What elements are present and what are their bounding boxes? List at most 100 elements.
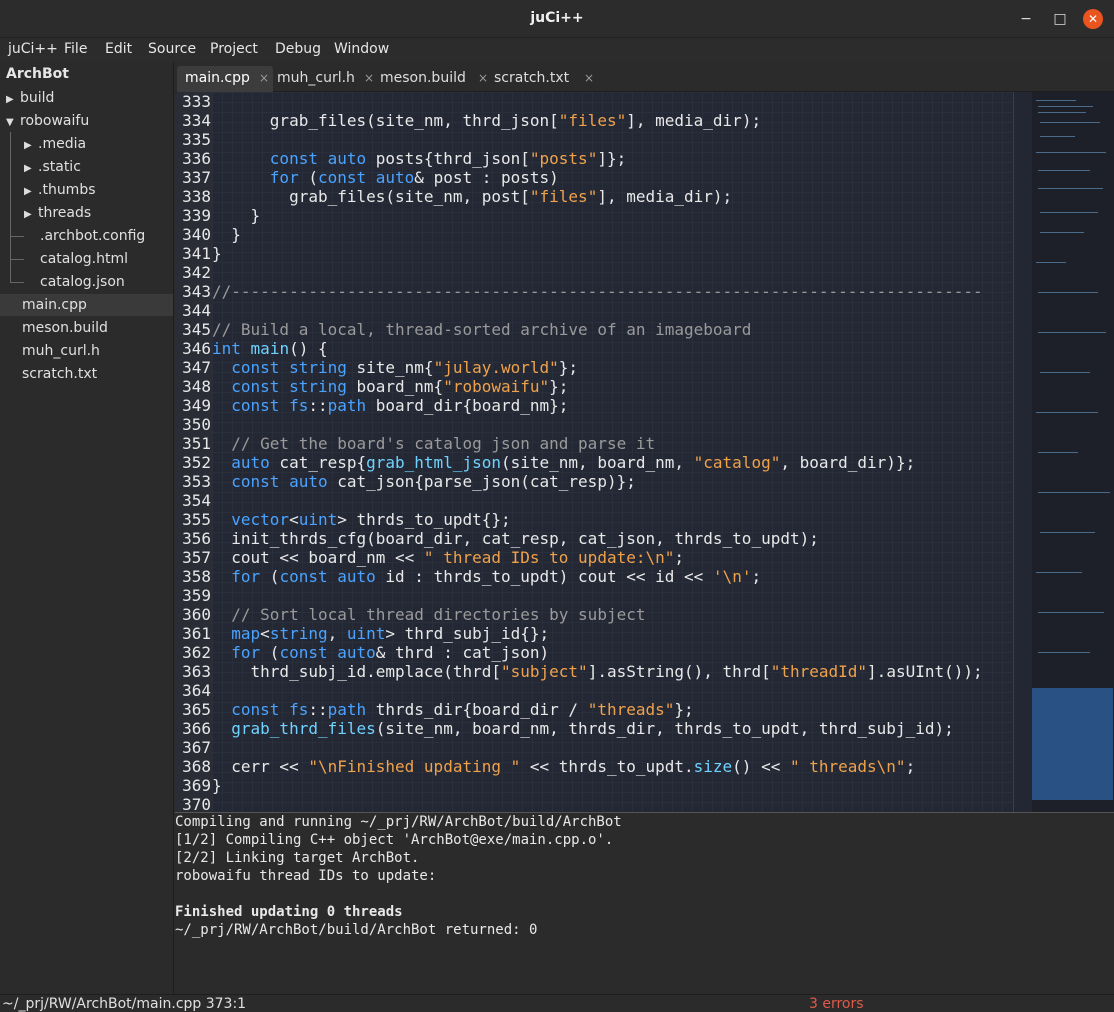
menu-jucipp[interactable]: juCi++ (8, 41, 58, 57)
tab-label: scratch.txt (494, 70, 570, 86)
chevron-right-icon[interactable]: ▶ (24, 204, 38, 226)
minimap-viewport[interactable] (1032, 688, 1113, 800)
tree-item-meson-build[interactable]: meson.build (22, 317, 108, 339)
line-number: 359 (182, 586, 211, 605)
code-area[interactable]: grab_files(site_nm, thrd_json["files"], … (212, 92, 1012, 812)
terminal-line: robowaifu thread IDs to update: (175, 868, 437, 884)
project-root[interactable]: ArchBot (6, 66, 69, 82)
terminal-line: Finished updating 0 threads (175, 904, 403, 920)
file-tree: ArchBot ▶ build ▼ robowaifu ▶ .media ▶ .stat… (0, 62, 174, 994)
tree-guide (10, 259, 24, 260)
tab-muh-curl-h[interactable]: muh_curl.h × (269, 66, 374, 92)
line-number: 353 (182, 472, 211, 491)
tree-item-label: .static (38, 159, 81, 175)
line-number: 335 (182, 130, 211, 149)
line-number: 351 (182, 434, 211, 453)
tab-meson-build[interactable]: meson.build × (372, 66, 488, 92)
line-number: 339 (182, 206, 211, 225)
tree-item-label: robowaifu (20, 113, 90, 129)
line-number: 366 (182, 719, 211, 738)
tree-item-thumbs[interactable]: ▶ .thumbs (24, 179, 96, 201)
status-bar: ~/_prj/RW/ArchBot/main.cpp 373:1 3 error… (0, 994, 1114, 1012)
tab-label: meson.build (380, 70, 466, 86)
line-number: 338 (182, 187, 211, 206)
line-number: 350 (182, 415, 211, 434)
line-number: 358 (182, 567, 211, 586)
line-number: 344 (182, 301, 211, 320)
terminal-line: Compiling and running ~/_prj/RW/ArchBot/… (175, 814, 622, 830)
tree-item-scratch-txt[interactable]: scratch.txt (22, 363, 97, 385)
tree-item-threads[interactable]: ▶ threads (24, 202, 91, 224)
tree-item-label: catalog.html (40, 251, 129, 267)
tree-item-label: .archbot.config (40, 228, 146, 244)
error-count[interactable]: 3 errors (809, 996, 864, 1012)
menu-project[interactable]: Project (210, 41, 258, 57)
tree-guide (10, 236, 24, 237)
menu-window[interactable]: Window (334, 41, 389, 57)
tree-item-media[interactable]: ▶ .media (24, 133, 86, 155)
menu-edit[interactable]: Edit (105, 41, 132, 57)
chevron-right-icon[interactable]: ▶ (24, 158, 38, 180)
minimize-icon[interactable]: − (1017, 10, 1035, 28)
chevron-right-icon[interactable]: ▶ (6, 89, 20, 111)
tab-main-cpp[interactable]: main.cpp × (177, 66, 273, 92)
close-tab-icon[interactable]: × (259, 71, 269, 85)
line-number: 361 (182, 624, 211, 643)
line-number: 346 (182, 339, 211, 358)
tree-item-label: meson.build (22, 320, 108, 336)
tree-item-label: .thumbs (38, 182, 96, 198)
terminal-line: [1/2] Compiling C++ object 'ArchBot@exe/… (175, 832, 614, 848)
tree-item-catalog-html[interactable]: catalog.html (40, 248, 128, 270)
tree-guide (10, 282, 24, 283)
tree-item-main-cpp[interactable]: main.cpp (0, 294, 173, 316)
line-number: 357 (182, 548, 211, 567)
chevron-right-icon[interactable]: ▶ (24, 135, 38, 157)
line-number: 367 (182, 738, 211, 757)
terminal-output[interactable]: Compiling and running ~/_prj/RW/ArchBot/… (175, 812, 1114, 994)
line-number: 360 (182, 605, 211, 624)
menu-source[interactable]: Source (148, 41, 196, 57)
tree-item-static[interactable]: ▶ .static (24, 156, 81, 178)
line-number: 343 (182, 282, 211, 301)
line-number: 341 (182, 244, 211, 263)
line-number: 363 (182, 662, 211, 681)
status-path: ~/_prj/RW/ArchBot/main.cpp 373:1 (2, 996, 247, 1012)
tree-item-archbot-config[interactable]: .archbot.config (40, 225, 145, 247)
tree-item-build[interactable]: ▶ build (6, 87, 54, 109)
tree-item-muh-curl-h[interactable]: muh_curl.h (22, 340, 100, 362)
line-number: 348 (182, 377, 211, 396)
maximize-icon[interactable]: □ (1051, 10, 1069, 28)
line-number: 368 (182, 757, 211, 776)
tree-item-catalog-json[interactable]: catalog.json (40, 271, 125, 293)
terminal-line: [2/2] Linking target ArchBot. (175, 850, 420, 866)
close-icon[interactable]: ✕ (1083, 9, 1103, 29)
line-number: 356 (182, 529, 211, 548)
tree-item-robowaifu[interactable]: ▼ robowaifu (6, 110, 89, 132)
line-number: 365 (182, 700, 211, 719)
line-number: 369 (182, 776, 211, 795)
line-number: 345 (182, 320, 211, 339)
chevron-right-icon[interactable]: ▶ (24, 181, 38, 203)
tab-label: muh_curl.h (277, 70, 355, 86)
menu-file[interactable]: File (64, 41, 87, 57)
line-number: 352 (182, 453, 211, 472)
window-title: juCi++ (530, 10, 584, 26)
minimap[interactable] (1032, 92, 1114, 812)
line-number: 342 (182, 263, 211, 282)
tab-scratch-txt[interactable]: scratch.txt × (486, 66, 596, 92)
tree-item-label: build (20, 90, 55, 106)
editor-tabs: main.cpp × muh_curl.h × meson.build × sc… (175, 62, 1114, 92)
line-number: 334 (182, 111, 211, 130)
tree-item-label: threads (38, 205, 92, 221)
close-tab-icon[interactable]: × (584, 71, 594, 85)
line-number: 355 (182, 510, 211, 529)
code-editor[interactable]: grab_files(site_nm, thrd_json["files"], … (175, 92, 1114, 812)
menu-debug[interactable]: Debug (275, 41, 321, 57)
tab-label: main.cpp (185, 70, 250, 86)
line-number: 370 (182, 795, 211, 812)
chevron-down-icon[interactable]: ▼ (6, 112, 20, 134)
tree-item-label: muh_curl.h (22, 343, 100, 359)
tree-item-label: catalog.json (40, 274, 125, 290)
terminal-line: ~/_prj/RW/ArchBot/build/ArchBot returned… (175, 922, 538, 938)
line-number: 362 (182, 643, 211, 662)
